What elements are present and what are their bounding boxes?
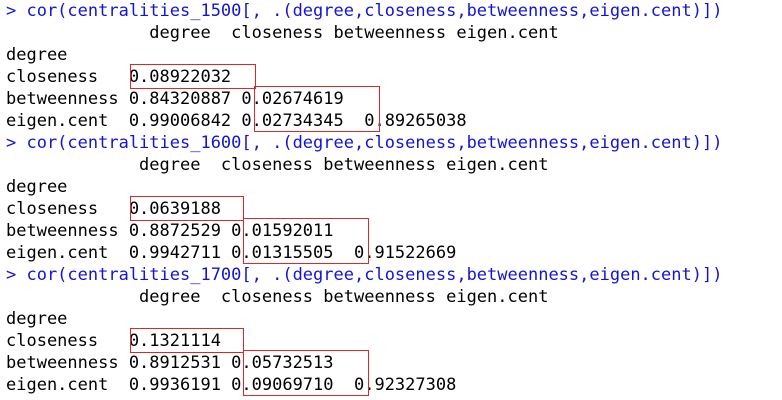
matrix-row-degree-1700: degree [6,309,68,329]
matrix-row-degree-1600: degree [6,177,68,197]
matrix-row-eigen-cent-1500: eigen.cent 0.99006842 0.02734345 0.89265… [6,111,467,131]
matrix-row-eigen-cent-1700: eigen.cent 0.9936191 0.09069710 0.923273… [6,375,457,395]
matrix-header-1600: degree closeness betweenness eigen.cent [6,155,549,175]
console-command-1600: > cor(centralities_1600[, .(degree,close… [6,133,723,153]
matrix-row-betweenness-1600: betweenness 0.8872529 0.01592011 [6,221,334,241]
r-console[interactable]: > cor(centralities_1500[, .(degree,close… [0,0,782,400]
matrix-row-eigen-cent-1600: eigen.cent 0.9942711 0.01315505 0.915226… [6,243,457,263]
matrix-row-closeness-1600: closeness 0.0639188 [6,199,221,219]
matrix-row-closeness-1700: closeness 0.1321114 [6,331,221,351]
matrix-row-betweenness-1700: betweenness 0.8912531 0.05732513 [6,353,334,373]
console-command-1700: > cor(centralities_1700[, .(degree,close… [6,265,723,285]
matrix-row-betweenness-1500: betweenness 0.84320887 0.02674619 [6,89,344,109]
matrix-row-degree-1500: degree [6,45,68,65]
matrix-row-closeness-1500: closeness 0.08922032 [6,67,232,87]
matrix-header-1700: degree closeness betweenness eigen.cent [6,287,549,307]
matrix-header-1500: degree closeness betweenness eigen.cent [6,23,559,43]
console-command-1500: > cor(centralities_1500[, .(degree,close… [6,1,723,21]
